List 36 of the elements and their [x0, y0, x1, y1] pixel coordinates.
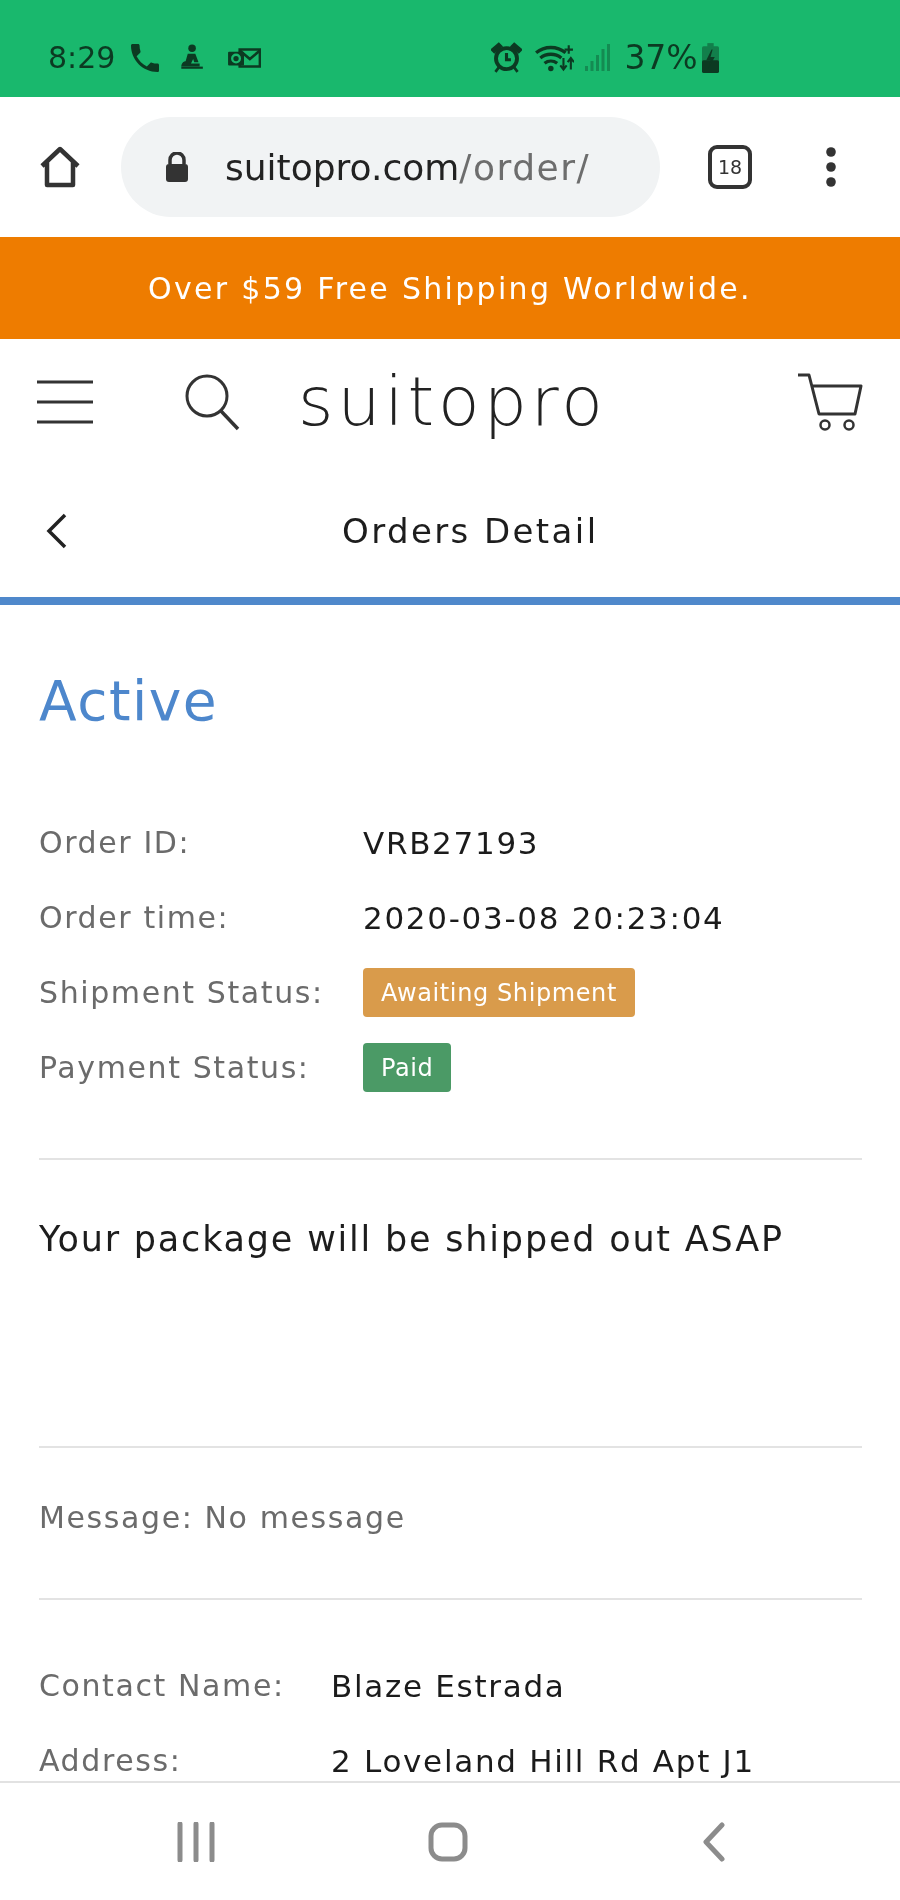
field-value: 2020-03-08 20:23:04 — [363, 899, 725, 936]
promo-text: Over $59 Free Shipping Worldwide. — [148, 270, 752, 306]
field-label: Order ID: — [39, 825, 191, 860]
alarm-icon — [491, 42, 523, 73]
field-label: Shipment Status: — [39, 975, 324, 1010]
more-options-icon[interactable] — [826, 147, 836, 187]
home-button-icon[interactable] — [428, 1821, 468, 1862]
field-label: Order time: — [39, 900, 230, 935]
page-title: Orders Detail — [342, 511, 599, 551]
status-badge: Awaiting Shipment — [363, 968, 635, 1017]
battery-percent: 37% — [624, 38, 698, 77]
status-badge: Paid — [363, 1043, 452, 1092]
battery-icon — [701, 42, 719, 73]
shipping-notice: Your package will be shipped out ASAP — [39, 1219, 784, 1260]
back-icon[interactable] — [46, 513, 68, 549]
field-value: VRB27193 — [363, 824, 540, 861]
recent-apps-icon[interactable] — [177, 1821, 215, 1862]
address-bar[interactable]: suitopro.com/order/ — [121, 117, 660, 217]
message-text: Message: No message — [39, 1499, 406, 1536]
contact-value: 2 Loveland Hill Rd Apt J1 — [331, 1742, 755, 1779]
order-status: Active — [39, 668, 219, 735]
tab-switcher-button[interactable]: 18 — [708, 145, 752, 189]
contact-label: Address: — [39, 1743, 182, 1778]
signal-icon — [584, 43, 611, 72]
person-icon — [179, 43, 204, 72]
cart-icon[interactable] — [797, 372, 863, 432]
contact-value: Blaze Estrada — [331, 1667, 566, 1704]
lock-icon — [165, 152, 189, 182]
wifi-icon — [534, 42, 575, 73]
search-icon[interactable] — [184, 373, 240, 431]
status-time: 8:29 — [48, 40, 116, 75]
contact-label: Contact Name: — [39, 1668, 285, 1703]
menu-icon[interactable] — [37, 380, 93, 424]
phone-icon — [131, 43, 160, 72]
home-icon[interactable] — [38, 146, 82, 188]
field-label: Payment Status: — [39, 1050, 310, 1085]
